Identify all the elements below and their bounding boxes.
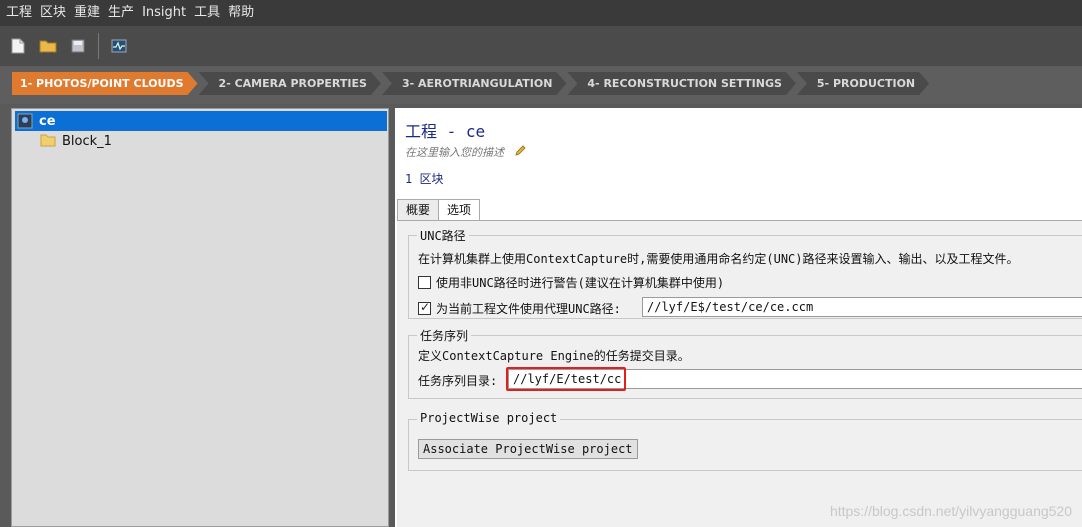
new-project-icon[interactable] xyxy=(6,34,30,58)
step-photos[interactable]: 1- PHOTOS/POINT CLOUDS xyxy=(12,72,198,95)
menu-insight[interactable]: Insight xyxy=(140,0,192,26)
tree-item-label: ce xyxy=(39,113,56,129)
save-icon[interactable] xyxy=(66,34,90,58)
unc-group: UNC路径 在计算机集群上使用ContextCapture时,需要使用通用命名约… xyxy=(408,227,1082,319)
tree-item-block[interactable]: Block_1 xyxy=(38,131,112,151)
associate-projectwise-button[interactable]: Associate ProjectWise project xyxy=(418,439,638,459)
project-tree: ce Block_1 xyxy=(11,108,389,527)
unc-warn-label: 使用非UNC路径时进行警告(建议在计算机集群中使用) xyxy=(436,276,725,290)
unc-proxy-checkbox[interactable] xyxy=(418,300,431,315)
job-queue-dir-label: 任务序列目录: xyxy=(418,374,498,388)
menu-tools[interactable]: 工具 xyxy=(192,0,226,26)
tab-options[interactable]: 选项 xyxy=(438,199,481,221)
menu-block[interactable]: 区块 xyxy=(38,0,72,26)
pencil-icon[interactable] xyxy=(514,144,526,160)
job-queue-group: 任务序列 定义ContextCapture Engine的任务提交目录。 任务序… xyxy=(408,327,1082,399)
step-production[interactable]: 5- PRODUCTION xyxy=(797,72,929,95)
watermark: https://blog.csdn.net/yilvyangguang520 xyxy=(829,503,1072,519)
folder-icon xyxy=(40,133,56,149)
options-tab-content: UNC路径 在计算机集群上使用ContextCapture时,需要使用通用命名约… xyxy=(397,220,1082,527)
toolbar xyxy=(0,26,1082,66)
step-camera-properties[interactable]: 2- CAMERA PROPERTIES xyxy=(199,72,381,95)
project-detail-panel: 工程 - ce 在这里输入您的描述 1 区块 概要 选项 UNC路径 在计算机集… xyxy=(395,108,1082,527)
projectwise-group: ProjectWise project Associate ProjectWis… xyxy=(408,411,1082,471)
monitor-icon[interactable] xyxy=(107,34,131,58)
tree-item-project[interactable]: ce xyxy=(15,111,387,131)
unc-group-label: UNC路径 xyxy=(417,227,469,244)
step-aerotriangulation[interactable]: 3- AEROTRIANGULATION xyxy=(382,72,566,95)
description-placeholder: 在这里输入您的描述 xyxy=(405,146,504,159)
project-icon xyxy=(17,113,33,129)
job-queue-description: 定义ContextCapture Engine的任务提交目录。 xyxy=(418,349,690,363)
step-reconstruction-settings[interactable]: 4- RECONSTRUCTION SETTINGS xyxy=(567,72,796,95)
menu-help[interactable]: 帮助 xyxy=(226,0,260,26)
menu-bar: 工程 区块 重建 生产 Insight 工具 帮助 xyxy=(0,0,1082,26)
block-count[interactable]: 1 区块 xyxy=(405,170,443,187)
open-folder-icon[interactable] xyxy=(36,34,60,58)
tab-bar: 概要 选项 xyxy=(397,199,481,221)
description-field[interactable]: 在这里输入您的描述 xyxy=(405,144,526,160)
toolbar-separator xyxy=(98,33,99,59)
menu-project[interactable]: 工程 xyxy=(4,0,38,26)
menu-reconstruct[interactable]: 重建 xyxy=(72,0,106,26)
projectwise-group-label: ProjectWise project xyxy=(417,411,561,425)
unc-proxy-path-input[interactable]: //lyf/E$/test/ce/ce.ccm xyxy=(642,297,1082,317)
page-title: 工程 - ce xyxy=(405,122,486,141)
tab-summary[interactable]: 概要 xyxy=(397,199,440,220)
highlight-annotation xyxy=(506,367,626,391)
unc-warn-checkbox[interactable] xyxy=(418,276,431,289)
workflow-step-bar: 1- PHOTOS/POINT CLOUDS 2- CAMERA PROPERT… xyxy=(0,66,1082,104)
unc-proxy-label: 为当前工程文件使用代理UNC路径: xyxy=(436,302,621,316)
job-queue-group-label: 任务序列 xyxy=(417,327,472,344)
unc-description: 在计算机集群上使用ContextCapture时,需要使用通用命名约定(UNC)… xyxy=(418,252,1019,266)
menu-production[interactable]: 生产 xyxy=(106,0,140,26)
tree-item-label: Block_1 xyxy=(62,133,112,149)
